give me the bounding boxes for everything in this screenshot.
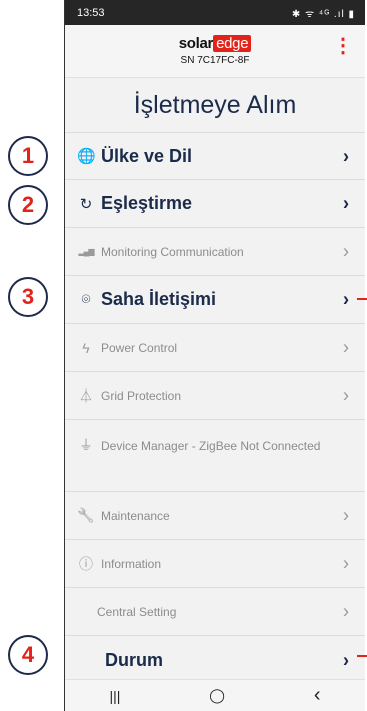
chevron-right-icon: ›: [343, 648, 349, 671]
menu-item-device-manager[interactable]: ⏚ Device Manager - ZigBee Not Connected: [65, 419, 365, 491]
info-icon: ⓘ: [79, 555, 93, 572]
chevron-right-icon: ›: [343, 239, 349, 262]
menu-item-maintenance[interactable]: 🔧 Maintenance ›: [65, 491, 365, 539]
sync-icon: ↻: [79, 195, 93, 213]
menu-item-label: Maintenance: [101, 508, 170, 523]
chevron-right-icon: ›: [343, 144, 349, 167]
annotation-margin: [0, 0, 64, 711]
location-pin-icon: ⌾: [81, 291, 91, 308]
status-time: 13:53: [77, 6, 105, 19]
serial-number: SN 7C17FC-8F: [180, 55, 250, 66]
menu-item-label: Information: [101, 556, 162, 571]
commissioning-menu: 🌐 Ülke ve Dil › ↻ Eşleştirme › ▂▄▆ Monit…: [65, 132, 365, 685]
chevron-right-icon: ›: [343, 191, 349, 214]
chevron-right-icon: ›: [343, 503, 349, 526]
chevron-right-icon: ›: [343, 551, 349, 574]
chevron-right-icon: ›: [343, 383, 349, 406]
logo-text-solar: solar: [178, 35, 214, 52]
step-badge-3: 3: [8, 277, 48, 317]
menu-item-power-control[interactable]: ϟ Power Control ›: [65, 323, 365, 371]
android-nav-bar: ||| ◯ ‹: [65, 679, 365, 711]
status-icons: ✱ ᯤ ⁴ᴳ .ıl ▮: [291, 8, 355, 20]
menu-item-pairing[interactable]: ↻ Eşleştirme ›: [65, 179, 365, 227]
menu-item-label: Grid Protection: [101, 388, 182, 403]
menu-item-label: Ülke ve Dil: [101, 145, 193, 166]
plug-icon: ⏚: [79, 437, 93, 453]
step-badge-4: 4: [8, 635, 48, 675]
chevron-right-icon: ›: [343, 335, 349, 358]
menu-item-label: Saha İletişimi: [101, 289, 217, 309]
menu-item-site-communication[interactable]: ⌾ Saha İletişimi ›: [65, 275, 365, 323]
menu-item-information[interactable]: ⓘ Information ›: [65, 539, 365, 587]
bolt-icon: ϟ: [82, 339, 90, 356]
menu-item-label: Durum: [105, 650, 163, 670]
back-button[interactable]: ‹: [314, 684, 321, 707]
tower-icon: ⏃: [79, 387, 93, 404]
menu-item-status[interactable]: Durum ›: [65, 635, 365, 685]
annotation-line: [357, 655, 367, 657]
bar-chart-icon: ▂▄▆: [78, 247, 95, 256]
globe-icon: 🌐: [77, 148, 96, 165]
annotation-line: [357, 298, 367, 300]
page-title: İşletmeye Alım: [65, 78, 365, 132]
step-badge-2: 2: [8, 185, 48, 225]
menu-item-country-language[interactable]: 🌐 Ülke ve Dil ›: [65, 132, 365, 179]
app-header: solar edge SN 7C17FC-8F ⋮: [65, 25, 365, 78]
chevron-right-icon: ›: [343, 599, 349, 622]
chevron-right-icon: ›: [343, 287, 349, 310]
menu-item-label: Monitoring Communication: [101, 244, 244, 259]
home-button[interactable]: ◯: [209, 687, 225, 704]
wrench-icon: 🔧: [77, 507, 95, 523]
menu-item-label: ⏚ Device Manager - ZigBee Not Connected: [77, 434, 349, 457]
kebab-menu-icon[interactable]: ⋮: [333, 36, 353, 56]
phone-screen: 13:53 ✱ ᯤ ⁴ᴳ .ıl ▮ solar edge SN 7C17FC-8…: [64, 0, 365, 711]
menu-item-label: Power Control: [101, 340, 178, 355]
menu-item-monitoring-communication[interactable]: ▂▄▆ Monitoring Communication ›: [65, 227, 365, 275]
menu-item-central-setting[interactable]: Central Setting ›: [65, 587, 365, 635]
solaredge-logo: solar edge: [65, 35, 365, 52]
menu-item-label: Central Setting: [97, 604, 177, 619]
step-badge-1: 1: [8, 136, 48, 176]
status-bar: 13:53 ✱ ᯤ ⁴ᴳ .ıl ▮: [65, 0, 365, 25]
menu-item-label: Eşleştirme: [101, 193, 193, 213]
logo-text-edge: edge: [213, 35, 252, 52]
menu-item-grid-protection[interactable]: ⏃ Grid Protection ›: [65, 371, 365, 419]
recents-button[interactable]: |||: [109, 688, 120, 704]
menu-item-label-text: Device Manager - ZigBee Not Connected: [101, 439, 321, 453]
